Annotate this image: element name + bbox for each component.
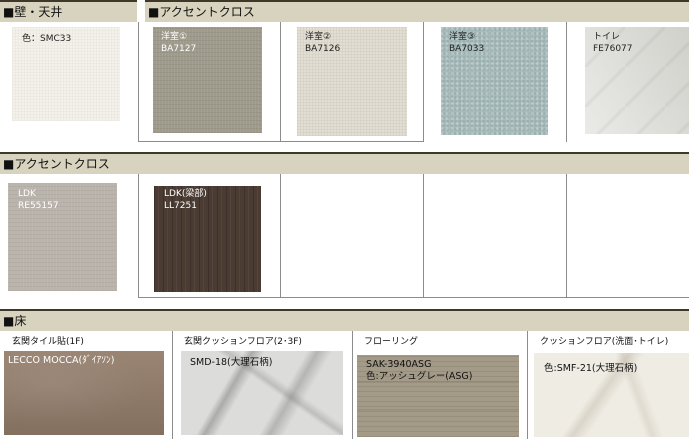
grid-line: [280, 22, 281, 142]
section-header-accent-cloth-2: ■アクセントクロス: [0, 152, 689, 174]
swatch-room: LDK(梁部): [164, 189, 207, 199]
swatch-floor-flooring: SAK-3940ASG 色:アッシュグレー(ASG): [357, 355, 519, 437]
swatch-accent-western-room-3: 洋室③ BA7033: [441, 27, 548, 135]
swatch-floor-entrance-cushion: SMD-18(大理石柄): [181, 351, 343, 435]
swatch-accent-ldk: LDK RE55157: [8, 183, 117, 291]
grid-line: [423, 22, 424, 142]
section-header-accent-cloth-1: ■アクセントクロス: [145, 0, 689, 22]
swatch-room: トイレ: [593, 32, 621, 42]
swatch-accent-ldk-beam: LDK(梁部) LL7251: [154, 186, 261, 292]
grid-line: [566, 174, 567, 298]
swatch-accent-toilet: トイレ FE76077: [585, 27, 689, 134]
grid-line: [138, 174, 139, 298]
swatch-room: 洋室①: [161, 32, 188, 42]
swatch-label: 色：SMC33: [22, 34, 72, 44]
floor-swatch-label: SAK-3940ASG 色:アッシュグレー(ASG): [366, 359, 473, 382]
floor-caption-entrance-tile: 玄関タイル貼(1F): [12, 337, 84, 347]
section-header-floor: ■床: [0, 309, 689, 331]
swatch-code: BA7033: [449, 44, 485, 54]
swatch-room: 洋室②: [305, 32, 332, 42]
grid-line: [352, 331, 353, 439]
swatch-accent-western-room-2: 洋室② BA7126: [297, 27, 407, 136]
floor-caption-entrance-cushion: 玄関クッションフロア(2･3F): [184, 337, 302, 347]
swatch-code: LL7251: [164, 201, 197, 211]
floor-caption-flooring: フローリング: [364, 337, 419, 347]
grid-line: [139, 297, 689, 298]
swatch-wall-ceiling: 色：SMC33: [12, 27, 120, 121]
swatch-code: FE76077: [593, 44, 633, 54]
swatch-accent-western-room-1: 洋室① BA7127: [153, 27, 262, 133]
swatch-floor-cushion-floor: 色:SMF-21(大理石柄): [534, 353, 689, 437]
grid-line: [172, 331, 173, 439]
swatch-room: 洋室③: [449, 32, 476, 42]
swatch-floor-entrance-tile: LECCO MOCCA(ﾀﾞｲｱｿﾝ): [4, 351, 164, 435]
swatch-code: RE55157: [18, 201, 59, 211]
section-header-wall-ceiling: ■壁・天井: [0, 0, 137, 22]
floor-swatch-label: SMD-18(大理石柄): [190, 357, 273, 368]
grid-line: [138, 22, 139, 142]
grid-line: [527, 331, 528, 439]
floor-swatch-label: 色:SMF-21(大理石柄): [544, 363, 638, 374]
grid-line: [139, 141, 423, 142]
swatch-code: BA7127: [161, 44, 197, 54]
swatch-room: LDK: [18, 189, 36, 199]
floor-caption-cushion-floor: クッションフロア(洗面･トイレ): [540, 337, 669, 347]
swatch-code: BA7126: [305, 44, 341, 54]
grid-line: [423, 174, 424, 298]
floor-swatch-label: LECCO MOCCA(ﾀﾞｲｱｿﾝ): [8, 355, 115, 366]
grid-line: [280, 174, 281, 298]
grid-line: [566, 22, 567, 142]
